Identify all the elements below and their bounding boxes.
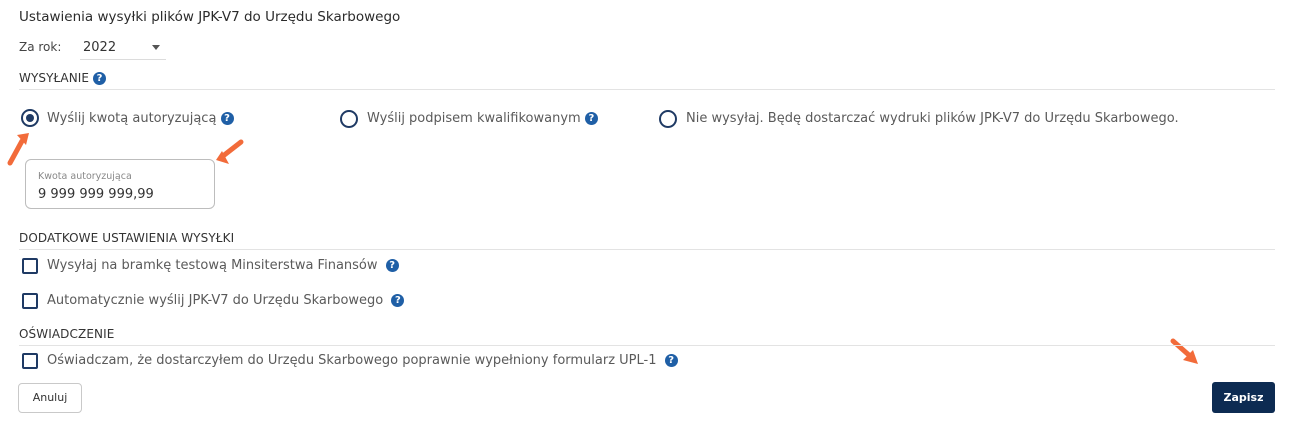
help-icon[interactable]: ? xyxy=(584,112,598,125)
section-sending-label: WYSYŁANIE xyxy=(19,71,90,85)
cancel-button[interactable]: Anuluj xyxy=(18,383,82,413)
year-label: Za rok: xyxy=(19,40,62,54)
help-icon[interactable]: ? xyxy=(93,72,107,85)
option-no-send: Nie wysyłaj. Będę dostarczać wydruki pli… xyxy=(686,111,1179,126)
help-icon[interactable]: ? xyxy=(385,259,399,272)
checkbox-auto-send[interactable] xyxy=(22,293,38,309)
annotation-arrow-icon xyxy=(1170,338,1198,364)
divider xyxy=(19,249,1275,250)
checkbox-label: Automatycznie wyślij JPK-V7 do Urzędu Sk… xyxy=(47,293,384,308)
annotation-arrow-icon xyxy=(216,139,244,164)
divider xyxy=(19,89,1275,90)
amount-field-label: Kwota autoryzująca xyxy=(38,171,132,182)
help-icon[interactable]: ? xyxy=(220,112,234,125)
divider xyxy=(19,345,1275,346)
checkbox-test-gateway[interactable] xyxy=(22,258,38,274)
option-qualified-signature: Wyślij podpisem kwalifikowanym ? xyxy=(367,111,598,126)
help-icon[interactable]: ? xyxy=(664,354,678,367)
checkbox-label: Wysyłaj na bramkę testową Minsiterstwa F… xyxy=(47,258,378,273)
test-gateway-option: Wysyłaj na bramkę testową Minsiterstwa F… xyxy=(47,258,399,273)
section-additional-title: DODATKOWE USTAWIENIA WYSYŁKI xyxy=(19,231,235,245)
section-sending-title: WYSYŁANIE ? xyxy=(19,71,107,85)
checkbox-label: Oświadczam, że dostarczyłem do Urzędu Sk… xyxy=(47,353,657,368)
year-select[interactable]: 2022 xyxy=(80,36,166,60)
checkbox-statement[interactable] xyxy=(22,353,38,369)
section-statement-title: OŚWIADCZENIE xyxy=(19,327,115,341)
option-label: Wyślij podpisem kwalifikowanym xyxy=(367,111,581,126)
radio-no-send[interactable] xyxy=(659,110,677,128)
chevron-down-icon xyxy=(152,45,160,50)
authorization-amount-field[interactable]: Kwota autoryzująca 9 999 999 999,99 xyxy=(25,159,215,209)
page-title: Ustawienia wysyłki plików JPK-V7 do Urzę… xyxy=(19,9,401,25)
radio-authorization-amount[interactable] xyxy=(21,109,39,127)
annotation-arrow-icon xyxy=(7,133,29,166)
option-label: Wyślij kwotą autoryzującą xyxy=(47,111,217,126)
amount-field-value[interactable]: 9 999 999 999,99 xyxy=(38,187,154,202)
statement-option: Oświadczam, że dostarczyłem do Urzędu Sk… xyxy=(47,353,678,368)
auto-send-option: Automatycznie wyślij JPK-V7 do Urzędu Sk… xyxy=(47,293,405,308)
help-icon[interactable]: ? xyxy=(391,294,405,307)
radio-qualified-signature[interactable] xyxy=(340,110,358,128)
save-button[interactable]: Zapisz xyxy=(1212,382,1275,413)
option-authorization-amount: Wyślij kwotą autoryzującą ? xyxy=(47,111,234,126)
year-value: 2022 xyxy=(83,40,117,55)
